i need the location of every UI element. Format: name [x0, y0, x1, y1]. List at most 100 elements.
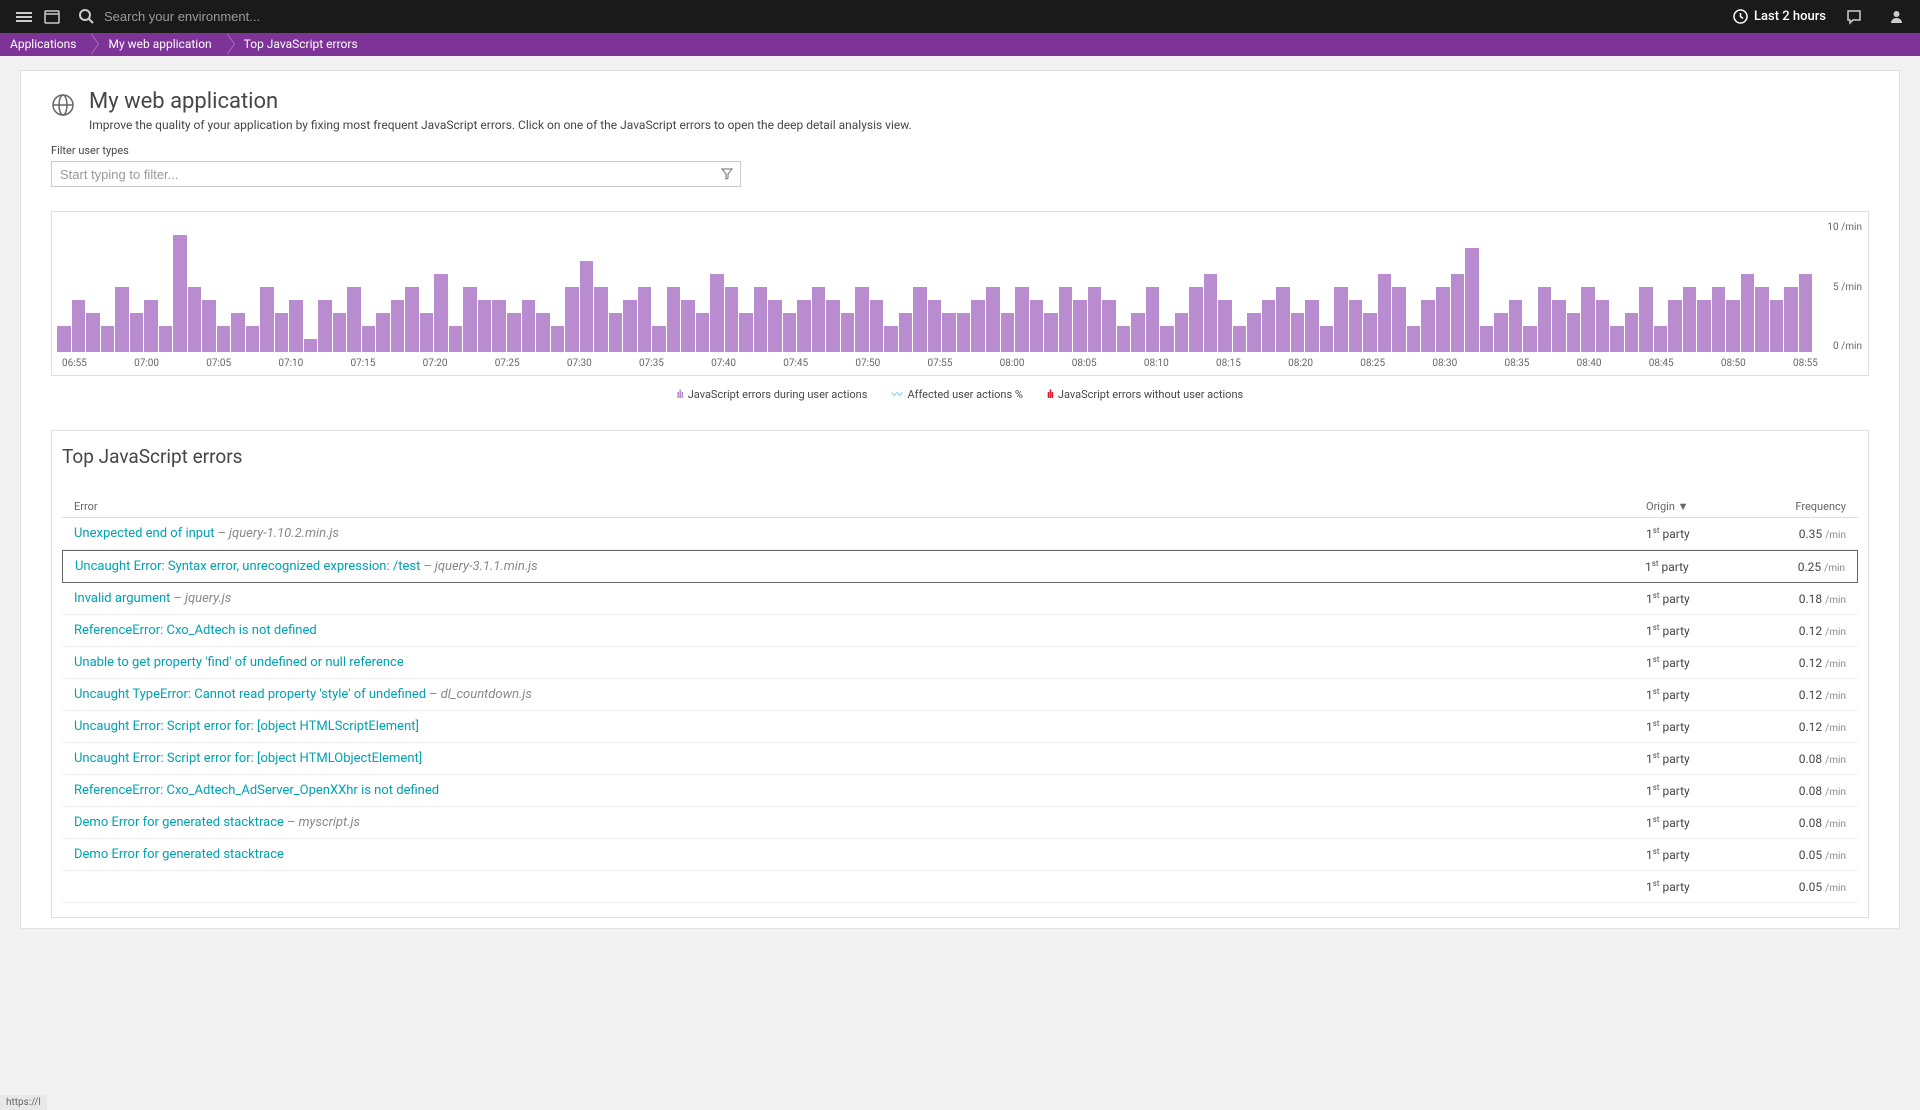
chart-bar[interactable] [870, 300, 884, 352]
time-range-selector[interactable]: Last 2 hours [1733, 9, 1826, 24]
error-link[interactable]: Invalid argument [74, 591, 170, 606]
chart-bar[interactable] [1363, 313, 1377, 352]
chart-bar[interactable] [696, 313, 710, 352]
error-link[interactable]: Demo Error for generated stacktrace [74, 847, 284, 862]
breadcrumb-applications[interactable]: Applications [0, 33, 90, 56]
chart-bar[interactable] [1741, 274, 1755, 352]
chart-bar[interactable] [1596, 300, 1610, 352]
chart-bar[interactable] [188, 287, 202, 352]
error-row[interactable]: Unable to get property 'find' of undefin… [62, 647, 1858, 679]
chart-bar[interactable] [1189, 287, 1203, 352]
chart-bar[interactable] [797, 300, 811, 352]
chart-bar[interactable] [565, 287, 579, 352]
chart-bar[interactable] [1059, 287, 1073, 352]
chart-bar[interactable] [1784, 287, 1798, 352]
chart-bar[interactable] [304, 339, 318, 352]
chart-bar[interactable] [1697, 300, 1711, 352]
chart-bar[interactable] [1538, 287, 1552, 352]
chart-bar[interactable] [1218, 300, 1232, 352]
error-link[interactable]: ReferenceError: Cxo_Adtech is not define… [74, 623, 317, 638]
error-link[interactable]: Uncaught Error: Script error for: [objec… [74, 751, 422, 766]
error-row[interactable]: Uncaught Error: Syntax error, unrecogniz… [62, 550, 1858, 583]
chart-bar[interactable] [1421, 300, 1435, 352]
chart-bar[interactable] [1639, 287, 1653, 352]
chart-bar[interactable] [928, 300, 942, 352]
chart-bar[interactable] [1160, 326, 1174, 352]
chart-bar[interactable] [710, 274, 724, 352]
chart-bar[interactable] [1247, 313, 1261, 352]
chart-bar[interactable] [86, 313, 100, 352]
chart-bar[interactable] [1073, 300, 1087, 352]
error-row[interactable]: Uncaught Error: Script error for: [objec… [62, 743, 1858, 775]
search-icon[interactable] [72, 3, 100, 31]
chat-icon[interactable] [1840, 3, 1868, 31]
chart-bar[interactable] [1088, 287, 1102, 352]
chart-bar[interactable] [1509, 300, 1523, 352]
chart-bar[interactable] [1465, 248, 1479, 352]
chart-bar[interactable] [1567, 313, 1581, 352]
chart-bar[interactable] [449, 326, 463, 352]
chart-bar[interactable] [391, 300, 405, 352]
chart-bar[interactable] [1262, 300, 1276, 352]
chart-bar[interactable] [754, 287, 768, 352]
menu-icon[interactable] [10, 3, 38, 31]
chart-bar[interactable] [1480, 326, 1494, 352]
chart-bar[interactable] [1117, 326, 1131, 352]
error-link[interactable]: Unexpected end of input [74, 526, 215, 541]
chart-bar[interactable] [492, 300, 506, 352]
chart-bar[interactable] [942, 313, 956, 352]
error-link[interactable]: Demo Error for generated stacktrace [74, 815, 284, 830]
chart-bar[interactable] [536, 313, 550, 352]
chart-bar[interactable] [580, 261, 594, 352]
chart-bar[interactable] [1204, 274, 1218, 352]
chart-bar[interactable] [1683, 287, 1697, 352]
chart-bar[interactable] [783, 313, 797, 352]
chart-bar[interactable] [376, 313, 390, 352]
error-link[interactable]: Uncaught Error: Syntax error, unrecogniz… [75, 559, 420, 574]
error-row[interactable]: Uncaught TypeError: Cannot read property… [62, 679, 1858, 711]
error-row[interactable]: Unexpected end of input–jquery-1.10.2.mi… [62, 518, 1858, 550]
chart-bar[interactable] [1030, 300, 1044, 352]
chart-bar[interactable] [1305, 300, 1319, 352]
filter-input[interactable] [51, 161, 741, 187]
chart-bar[interactable] [739, 313, 753, 352]
error-row[interactable]: Demo Error for generated stacktrace1st p… [62, 839, 1858, 871]
chart-bar[interactable] [1146, 287, 1160, 352]
chart-bar[interactable] [260, 287, 274, 352]
chart-bars[interactable] [52, 222, 1818, 352]
error-link[interactable]: Uncaught TypeError: Cannot read property… [74, 687, 426, 702]
chart-bar[interactable] [434, 274, 448, 352]
error-link[interactable]: Unable to get property 'find' of undefin… [74, 655, 404, 670]
chart-bar[interactable] [1233, 326, 1247, 352]
error-row[interactable]: Demo Error for generated stacktrace–mysc… [62, 807, 1858, 839]
chart-bar[interactable] [971, 300, 985, 352]
chart-bar[interactable] [130, 313, 144, 352]
chart-bar[interactable] [72, 300, 86, 352]
col-error-header[interactable]: Error [74, 500, 1646, 513]
chart-bar[interactable] [333, 313, 347, 352]
chart-bar[interactable] [623, 300, 637, 352]
chart-bar[interactable] [768, 300, 782, 352]
chart-bar[interactable] [173, 235, 187, 352]
chart-bar[interactable] [1349, 300, 1363, 352]
error-link[interactable]: ReferenceError: Cxo_Adtech_AdServer_Open… [74, 783, 439, 798]
chart-bar[interactable] [507, 313, 521, 352]
chart-bar[interactable] [1131, 313, 1145, 352]
chart-bar[interactable] [522, 300, 536, 352]
col-frequency-header[interactable]: Frequency [1756, 500, 1846, 513]
chart-bar[interactable] [1320, 326, 1334, 352]
chart-bar[interactable] [115, 287, 129, 352]
chart-bar[interactable] [1378, 274, 1392, 352]
chart-bar[interactable] [725, 287, 739, 352]
chart-bar[interactable] [609, 313, 623, 352]
chart-bar[interactable] [144, 300, 158, 352]
search-input[interactable] [104, 9, 504, 24]
chart-bar[interactable] [1044, 313, 1058, 352]
chart-bar[interactable] [986, 287, 1000, 352]
chart-bar[interactable] [1494, 313, 1508, 352]
chart-bar[interactable] [101, 326, 115, 352]
chart-bar[interactable] [362, 326, 376, 352]
chart-bar[interactable] [899, 313, 913, 352]
error-row[interactable]: 1st party0.05 /min [62, 871, 1858, 903]
chart-bar[interactable] [1523, 326, 1537, 352]
